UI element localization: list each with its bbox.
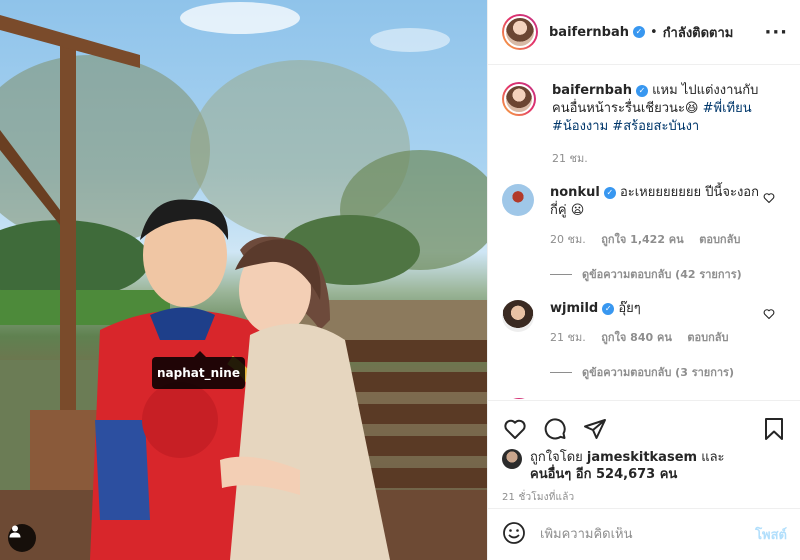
bookmark-icon[interactable] bbox=[761, 416, 787, 442]
comment-time[interactable]: 21 ชม. bbox=[550, 331, 586, 344]
comment-input[interactable] bbox=[540, 527, 756, 542]
reply-button[interactable]: ตอบกลับ bbox=[699, 233, 740, 246]
caption-username[interactable]: baifernbah bbox=[552, 83, 632, 98]
commenter-avatar[interactable] bbox=[502, 398, 536, 399]
following-button[interactable]: กำลังติดตาม bbox=[663, 22, 734, 43]
comment-item: wjmild ✓ อุ๊ยๆ 21 ชม. ถูกใจ 840 คน ตอบกลั… bbox=[502, 300, 787, 347]
comment-heart-icon[interactable] bbox=[763, 308, 775, 323]
view-replies-label: ดูข้อความตอบกลับ (42 รายการ) bbox=[582, 268, 742, 281]
post-detail-panel: baifernbah ✓ • กำลังติดตาม ··· baifernba… bbox=[487, 0, 800, 560]
comment-username[interactable]: wjmild bbox=[550, 301, 598, 316]
verified-badge-icon: ✓ bbox=[603, 186, 616, 199]
post-timestamp[interactable]: 21 ชั่วโมงที่แล้ว bbox=[502, 490, 787, 505]
user-tag-label[interactable]: naphat_nine bbox=[152, 351, 245, 389]
post-button[interactable]: โพสต์ bbox=[755, 524, 787, 545]
comment-item: nonkul ✓ อะเหยยยยยยย ปีนี้จะงอกกี่คู่ 😦 2… bbox=[502, 184, 787, 249]
comment-likes[interactable]: ถูกใจ 840 คน bbox=[601, 331, 672, 344]
likes-prefix: ถูกใจโดย bbox=[530, 450, 587, 465]
likes-others[interactable]: คนอื่นๆ อีก 524,673 คน bbox=[530, 467, 677, 482]
view-replies-button[interactable]: ดูข้อความตอบกลับ (42 รายการ) bbox=[550, 265, 787, 283]
comment-item bbox=[502, 398, 787, 399]
hashtag-link[interactable]: #สร้อยสะบันงา bbox=[612, 119, 699, 134]
view-replies-button[interactable]: ดูข้อความตอบกลับ (3 รายการ) bbox=[550, 363, 787, 381]
heart-icon[interactable] bbox=[502, 416, 528, 442]
comment-text: อุ๊ยๆ bbox=[614, 301, 641, 316]
comment-time[interactable]: 20 ชม. bbox=[550, 233, 586, 246]
add-comment-bar: โพสต์ bbox=[488, 508, 800, 560]
caption-time[interactable]: 21 ชม. bbox=[552, 152, 588, 165]
post-header: baifernbah ✓ • กำลังติดตาม ··· bbox=[488, 0, 800, 65]
post-actions: ถูกใจโดย jameskitkasem และ คนอื่นๆ อีก 5… bbox=[488, 400, 800, 505]
hashtag-link[interactable]: #พี่เทียน bbox=[703, 101, 752, 116]
likes-summary: ถูกใจโดย jameskitkasem และ คนอื่นๆ อีก 5… bbox=[502, 449, 787, 483]
comment-username[interactable]: nonkul bbox=[550, 185, 600, 200]
reply-button[interactable]: ตอบกลับ bbox=[687, 331, 728, 344]
share-icon[interactable] bbox=[582, 416, 608, 442]
emoji-icon[interactable] bbox=[502, 521, 526, 549]
verified-badge-icon: ✓ bbox=[602, 302, 615, 315]
verified-badge-icon: ✓ bbox=[633, 26, 646, 38]
commenter-avatar[interactable] bbox=[502, 184, 534, 216]
author-username[interactable]: baifernbah bbox=[549, 25, 629, 40]
comments-list[interactable]: baifernbah ✓ แหม ไปแต่งงานกับคนอื่นหน้าระ… bbox=[488, 66, 800, 399]
user-tag-icon[interactable] bbox=[8, 524, 36, 552]
author-avatar[interactable] bbox=[502, 14, 538, 50]
likes-middle: และ bbox=[697, 450, 725, 465]
caption: baifernbah ✓ แหม ไปแต่งงานกับคนอื่นหน้าระ… bbox=[502, 82, 787, 168]
photo-scene bbox=[0, 2, 487, 560]
caption-avatar[interactable] bbox=[502, 82, 536, 116]
comment-heart-icon[interactable] bbox=[763, 192, 775, 207]
view-replies-label: ดูข้อความตอบกลับ (3 รายการ) bbox=[582, 366, 734, 379]
separator-dot: • bbox=[650, 24, 658, 40]
post-photo[interactable]: naphat_nine bbox=[0, 0, 487, 560]
comment-likes[interactable]: ถูกใจ 1,422 คน bbox=[601, 233, 683, 246]
liker-username[interactable]: jameskitkasem bbox=[587, 450, 697, 465]
verified-badge-icon: ✓ bbox=[636, 84, 649, 97]
comment-icon[interactable] bbox=[542, 416, 568, 442]
commenter-avatar[interactable] bbox=[502, 300, 534, 332]
liker-avatar[interactable] bbox=[502, 449, 522, 469]
hashtag-link[interactable]: #น้องงาม bbox=[552, 119, 608, 134]
more-options-icon[interactable]: ··· bbox=[764, 22, 788, 43]
